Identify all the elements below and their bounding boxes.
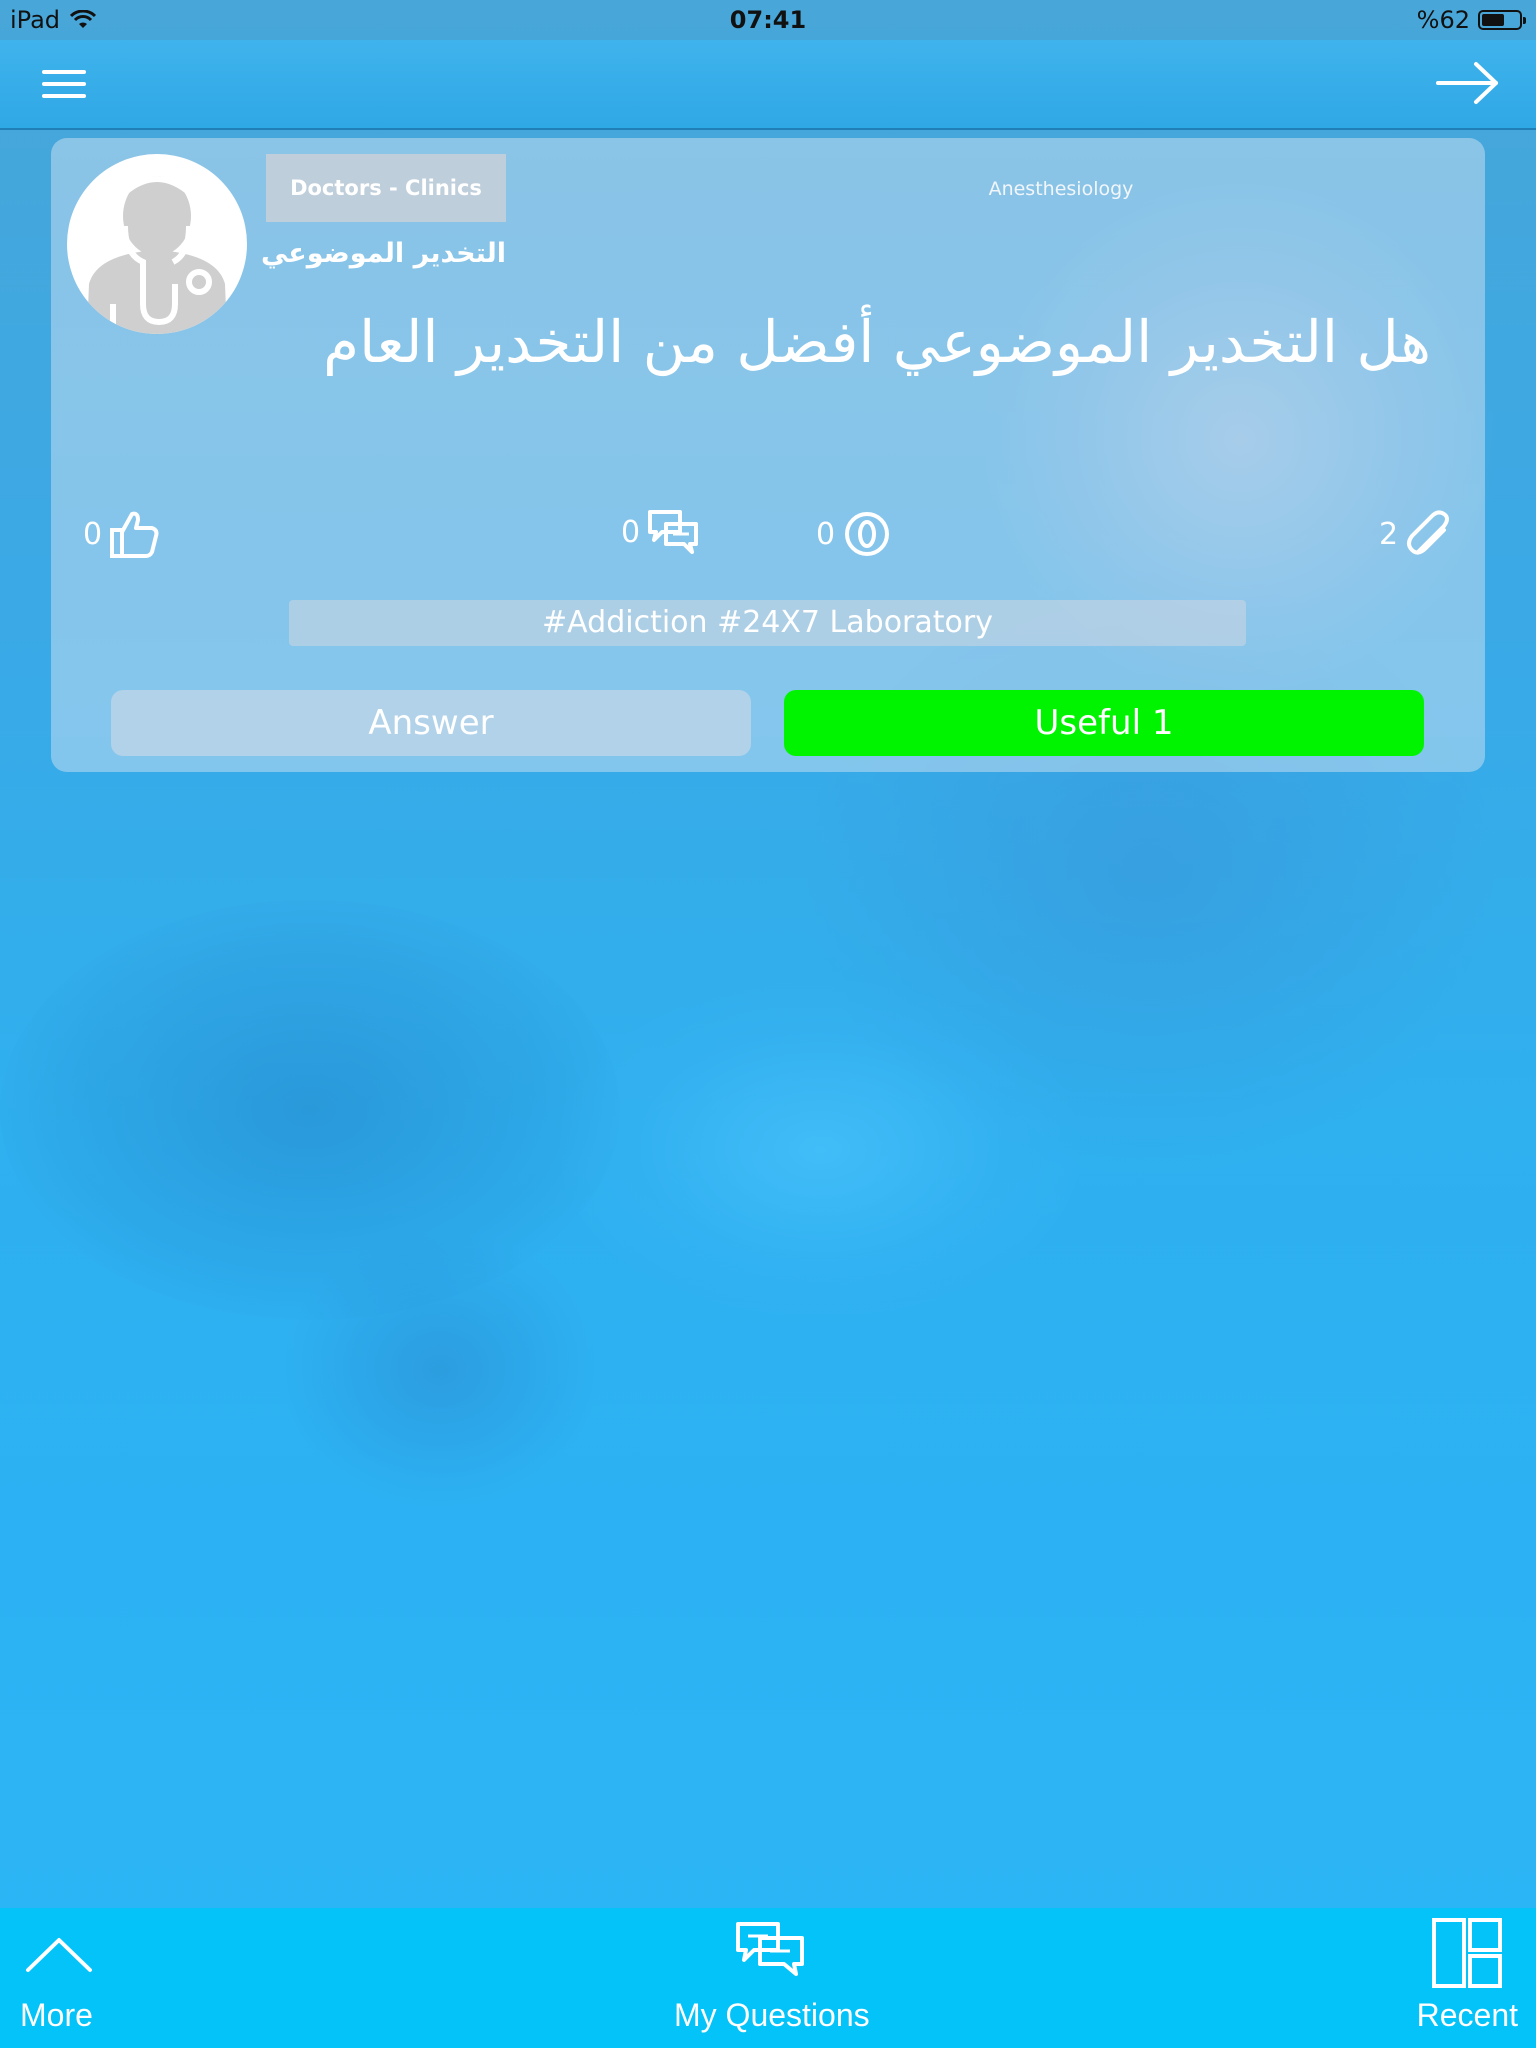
attachments-stat[interactable]: 2	[1379, 508, 1456, 560]
navigation-bar	[0, 40, 1536, 130]
battery-percent: %62	[1416, 6, 1470, 34]
likes-stat[interactable]: 0	[83, 508, 160, 560]
doctor-avatar[interactable]	[67, 154, 247, 334]
hamburger-menu-icon	[42, 70, 86, 98]
background-photo	[280, 1230, 600, 1510]
status-bar: iPad 07:41 %62	[0, 0, 1536, 40]
comments-count: 0	[621, 514, 641, 550]
tab-more-label: More	[20, 1997, 93, 2033]
tab-my-questions[interactable]: My Questions	[640, 1908, 900, 2048]
answer-button[interactable]: Answer	[111, 690, 751, 756]
tab-my-questions-label: My Questions	[674, 1997, 870, 2033]
eye-icon	[845, 512, 890, 556]
tab-more[interactable]: More	[0, 1908, 180, 2048]
battery-icon	[1478, 10, 1526, 30]
thumbs-up-icon	[110, 511, 159, 558]
paperclip-icon	[1407, 510, 1450, 555]
chevron-up-icon	[26, 1938, 92, 1972]
battery-level	[1482, 14, 1505, 26]
likes-count: 0	[83, 516, 103, 552]
tab-recent[interactable]: Recent	[1380, 1908, 1536, 2048]
layout-grid-icon	[1432, 1918, 1502, 1988]
tags-bar[interactable]: #Addiction #24X7 Laboratory	[289, 600, 1246, 646]
arrow-right-icon	[1436, 62, 1498, 104]
tab-bar: More My Questions Recent	[0, 1908, 1536, 2048]
specialty-label: Anesthesiology	[988, 178, 1134, 200]
status-right: %62	[1416, 6, 1526, 34]
doctor-avatar-icon	[87, 176, 227, 334]
question-card[interactable]: Doctors - Clinics Anesthesiology التخدير…	[51, 138, 1485, 772]
comments-stat[interactable]: 0	[621, 508, 700, 556]
clock: 07:41	[729, 6, 807, 34]
question-title: هل التخدير الموضوعي أفضل من التخدير العا…	[323, 308, 1431, 376]
comments-icon	[648, 510, 699, 554]
attachments-count: 2	[1379, 516, 1399, 552]
tab-recent-label: Recent	[1416, 1997, 1518, 2033]
menu-button[interactable]	[40, 64, 100, 104]
views-stat[interactable]: 0	[816, 508, 893, 560]
status-time: 07:41	[0, 6, 1536, 34]
useful-button[interactable]: Useful 1	[784, 690, 1424, 756]
views-count: 0	[816, 516, 836, 552]
background-photo	[560, 980, 1080, 1320]
back-button[interactable]	[1434, 58, 1504, 108]
category-label: Doctors - Clinics	[290, 176, 482, 200]
question-subtitle: التخدير الموضوعي	[260, 238, 506, 269]
category-badge[interactable]: Doctors - Clinics	[266, 154, 506, 222]
background-photo	[0, 900, 620, 1320]
chat-bubbles-icon	[736, 1922, 804, 1976]
